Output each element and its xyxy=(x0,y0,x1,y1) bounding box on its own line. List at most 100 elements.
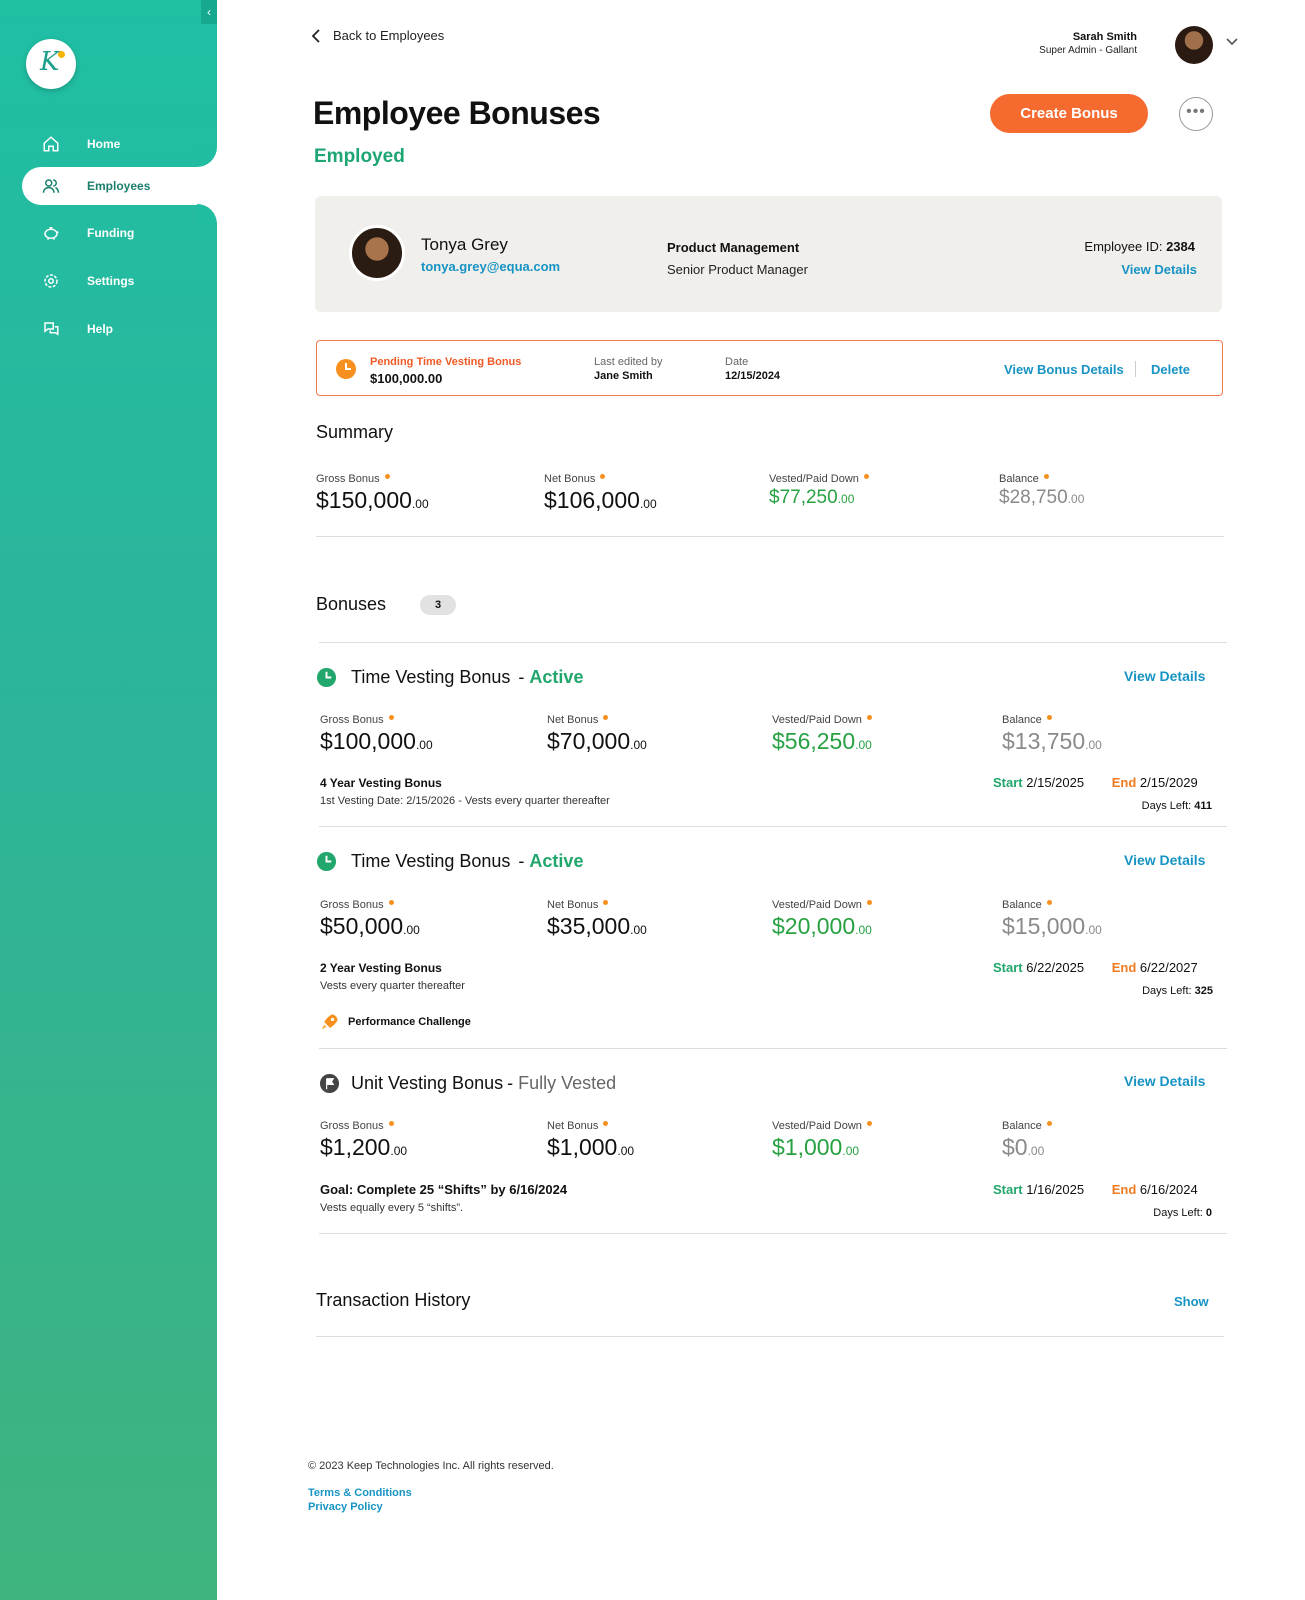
bonus-description: Vests every quarter thereafter xyxy=(320,980,465,992)
delete-link[interactable]: Delete xyxy=(1151,362,1190,377)
metric-label: Net Bonus xyxy=(544,473,596,485)
metric-cents: .00 xyxy=(1027,1144,1045,1158)
logo-dot xyxy=(58,51,65,58)
info-dot-icon xyxy=(603,715,609,720)
chevron-down-icon[interactable] xyxy=(1226,38,1238,46)
view-bonus-details-link[interactable]: View Bonus Details xyxy=(1004,362,1124,377)
employee-name: Tonya Grey xyxy=(421,235,508,254)
metric-label: Net Bonus xyxy=(547,1120,599,1132)
bonus-balance: Balance $0.00 xyxy=(1002,1120,1052,1161)
metric-label: Balance xyxy=(1002,899,1042,911)
days-left: Days Left: 0 xyxy=(1120,1207,1212,1219)
start-label: Start xyxy=(993,1182,1023,1197)
info-dot-icon xyxy=(866,1121,872,1126)
bonus-net: Net Bonus $35,000.00 xyxy=(547,899,647,940)
bonus-dates: Start 6/22/2025 End 6/22/2027 xyxy=(993,960,1198,975)
user-avatar[interactable] xyxy=(1175,26,1213,64)
page-title: Employee Bonuses xyxy=(313,95,601,131)
bonus-balance: Balance $13,750.00 xyxy=(1002,714,1102,755)
date-value: 12/15/2024 xyxy=(725,370,781,382)
metric-label: Vested/Paid Down xyxy=(772,1120,862,1132)
employee-avatar xyxy=(349,225,405,281)
show-transactions-link[interactable]: Show xyxy=(1174,1294,1209,1309)
info-dot-icon xyxy=(384,474,390,479)
metric-label: Vested/Paid Down xyxy=(772,714,862,726)
metric-value: $56,250 xyxy=(772,728,856,754)
employee-id: Employee ID: 2384 xyxy=(1084,239,1195,254)
user-menu[interactable]: Sarah Smith Super Admin - Gallant xyxy=(1039,31,1137,56)
sidebar-item-label: Funding xyxy=(87,226,135,240)
sidebar-item-home[interactable]: Home xyxy=(22,125,217,163)
nav-curve-top xyxy=(197,147,217,167)
metric-cents: .00 xyxy=(842,1144,860,1158)
bonus-dates: Start 1/16/2025 End 6/16/2024 xyxy=(993,1182,1198,1197)
bonus-count-badge: 3 xyxy=(420,595,456,615)
terms-link[interactable]: Terms & Conditions xyxy=(308,1487,412,1499)
bonus-gross: Gross Bonus $100,000.00 xyxy=(320,714,433,755)
metric-label: Gross Bonus xyxy=(320,899,384,911)
sidebar-item-settings[interactable]: Settings xyxy=(22,262,217,300)
back-link-label: Back to Employees xyxy=(333,28,445,43)
days-left-value: 411 xyxy=(1194,800,1212,812)
employee-department: Product Management xyxy=(667,240,800,255)
sidebar-item-employees[interactable]: Employees xyxy=(22,167,217,205)
metric-value: $100,000 xyxy=(320,728,416,754)
metric-value: $50,000 xyxy=(320,913,404,939)
metric-value: $20,000 xyxy=(772,913,856,939)
clock-icon xyxy=(336,359,356,379)
bonus-card-title: Time Vesting Bonus - Active xyxy=(316,667,583,688)
metric-value: $28,750 xyxy=(999,487,1068,508)
employee-view-details-link[interactable]: View Details xyxy=(1121,262,1197,277)
bonus-type: Time Vesting Bonus xyxy=(351,851,511,871)
divider xyxy=(319,1233,1227,1234)
bonus-dates: Start 2/15/2025 End 2/15/2029 xyxy=(993,775,1198,790)
flag-icon xyxy=(319,1073,340,1094)
info-dot-icon xyxy=(1046,715,1052,720)
bonus-gross: Gross Bonus $1,200.00 xyxy=(320,1120,407,1161)
employee-card: Tonya Grey tonya.grey@equa.com Product M… xyxy=(315,196,1222,312)
employee-position: Senior Product Manager xyxy=(667,262,808,277)
metric-label: Balance xyxy=(1002,714,1042,726)
metric-value: $15,000 xyxy=(1002,913,1086,939)
bonuses-title: Bonuses xyxy=(316,594,387,614)
bonus-name: 4 Year Vesting Bonus xyxy=(320,776,442,790)
metric-cents: .00 xyxy=(403,923,420,937)
create-bonus-button[interactable]: Create Bonus xyxy=(990,94,1148,133)
collapse-sidebar-button[interactable]: ‹ xyxy=(201,0,217,24)
bonus-status: Fully Vested xyxy=(518,1073,617,1093)
bonus-dash: - xyxy=(518,851,525,871)
employee-email[interactable]: tonya.grey@equa.com xyxy=(421,259,560,274)
end-label: End xyxy=(1111,1182,1137,1197)
privacy-link[interactable]: Privacy Policy xyxy=(308,1501,383,1513)
view-details-link[interactable]: View Details xyxy=(1124,668,1205,684)
view-details-link[interactable]: View Details xyxy=(1124,1073,1205,1089)
end-label: End xyxy=(1111,960,1137,975)
info-dot-icon xyxy=(603,900,609,905)
employee-id-value: 2384 xyxy=(1166,239,1195,254)
bonus-type: Unit Vesting Bonus xyxy=(351,1073,504,1093)
logo-letter: K xyxy=(40,47,60,77)
piggy-bank-icon xyxy=(40,224,62,242)
summary-title: Summary xyxy=(316,422,394,442)
view-details-link[interactable]: View Details xyxy=(1124,852,1205,868)
back-link[interactable]: Back to Employees xyxy=(311,28,444,43)
metric-label: Net Bonus xyxy=(547,714,599,726)
metric-value: $150,000 xyxy=(316,487,412,513)
last-edited-value: Jane Smith xyxy=(594,370,653,382)
days-left: Days Left: 325 xyxy=(1120,985,1213,997)
info-dot-icon xyxy=(863,474,869,479)
sidebar-item-help[interactable]: Help xyxy=(22,310,217,348)
metric-cents: .00 xyxy=(411,497,429,511)
info-dot-icon xyxy=(1046,900,1052,905)
more-options-button[interactable]: ••• xyxy=(1179,97,1213,131)
bonus-card-title: Unit Vesting Bonus - Fully Vested xyxy=(319,1073,616,1094)
metric-label: Vested/Paid Down xyxy=(772,899,862,911)
chat-icon xyxy=(40,320,62,338)
sidebar-item-funding[interactable]: Funding xyxy=(22,214,217,252)
days-left-value: 325 xyxy=(1194,985,1213,997)
metric-cents: .00 xyxy=(1085,923,1102,937)
metric-cents: .00 xyxy=(415,738,433,752)
bonus-vested: Vested/Paid Down $56,250.00 xyxy=(772,714,872,755)
metric-label: Vested/Paid Down xyxy=(769,473,859,485)
divider xyxy=(319,1048,1227,1049)
